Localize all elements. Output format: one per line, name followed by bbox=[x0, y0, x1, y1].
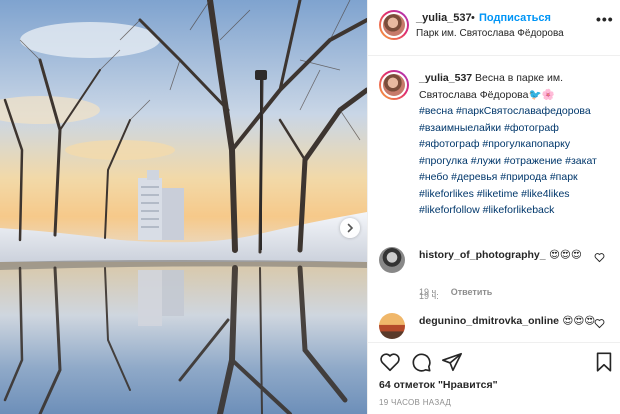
caption-hashtags[interactable]: #весна #паркСвятославафедорова #взаимные… bbox=[419, 105, 597, 216]
commenter-avatar[interactable] bbox=[379, 247, 405, 273]
comment-like-button[interactable] bbox=[594, 252, 605, 266]
post-time: 19 ЧАСОВ НАЗАД bbox=[379, 398, 452, 407]
comment-text-block: degunino_dmitrovka_online 😍😍😍 bbox=[419, 313, 599, 329]
heart-icon bbox=[380, 353, 400, 372]
post-side-panel: _yulia_537 • Подписаться Парк им. Святос… bbox=[367, 0, 620, 414]
next-photo-button[interactable] bbox=[340, 218, 360, 238]
comment-icon bbox=[412, 353, 431, 372]
save-button[interactable] bbox=[593, 351, 615, 373]
caption-username[interactable]: _yulia_537 bbox=[419, 72, 472, 84]
caption-text-block: _yulia_537 Весна в парке им. Святослава … bbox=[419, 70, 617, 219]
heart-icon bbox=[594, 253, 605, 263]
comment-text-block: history_of_photography_ 😍😍😍 bbox=[419, 247, 599, 263]
author-username[interactable]: _yulia_537 bbox=[416, 12, 472, 24]
park-reflection-image bbox=[0, 0, 367, 414]
comment-meta: 19 ч. Ответить bbox=[419, 287, 492, 297]
comment-like-button[interactable] bbox=[594, 318, 605, 332]
chevron-right-icon bbox=[347, 223, 354, 233]
more-options-button[interactable]: ••• bbox=[596, 11, 614, 27]
bookmark-icon bbox=[596, 352, 612, 372]
reply-button[interactable]: Ответить bbox=[451, 287, 493, 297]
comment-text: 😍😍😍 bbox=[545, 249, 582, 261]
post-photo[interactable] bbox=[0, 0, 367, 414]
follow-button[interactable]: Подписаться bbox=[479, 12, 551, 24]
share-icon bbox=[442, 352, 462, 372]
commenter-avatar[interactable] bbox=[379, 313, 405, 339]
separator-dot: • bbox=[471, 12, 475, 24]
post-actions: 64 отметок "Нравится" 19 ЧАСОВ НАЗАД bbox=[368, 342, 620, 414]
like-button[interactable] bbox=[379, 351, 401, 373]
more-icon: ••• bbox=[596, 11, 614, 27]
caption-author-avatar[interactable] bbox=[379, 70, 409, 100]
comment-text: 😍😍😍 bbox=[559, 315, 596, 327]
likes-count[interactable]: 64 отметок "Нравится" bbox=[379, 379, 498, 391]
post-location[interactable]: Парк им. Святослава Фёдорова bbox=[416, 28, 564, 39]
post-header: _yulia_537 • Подписаться Парк им. Святос… bbox=[368, 0, 620, 56]
comment-username[interactable]: history_of_photography_ bbox=[419, 249, 546, 261]
share-button[interactable] bbox=[441, 351, 463, 373]
comment-button[interactable] bbox=[410, 351, 432, 373]
heart-icon bbox=[594, 319, 605, 329]
caption-emoji: 🐦🌸 bbox=[528, 88, 555, 101]
comment-username[interactable]: degunino_dmitrovka_online bbox=[419, 315, 559, 327]
author-avatar[interactable] bbox=[379, 10, 409, 40]
comment-time: 19 ч. bbox=[419, 287, 439, 297]
